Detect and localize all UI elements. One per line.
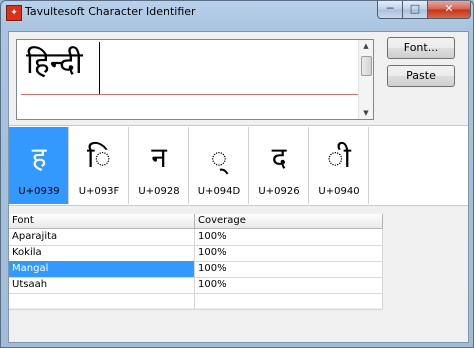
- glyph-cell[interactable]: द U+0926: [249, 127, 309, 204]
- editor-underline: [21, 94, 359, 95]
- editor-scrollbar[interactable]: ▲ ▼: [358, 40, 373, 119]
- font-cell: Mangal: [9, 261, 195, 277]
- glyph-code: U+0940: [318, 186, 360, 197]
- text-input[interactable]: हिन्दी ▲ ▼: [16, 39, 374, 120]
- minimize-button[interactable]: ─: [377, 1, 403, 19]
- font-button[interactable]: Font...: [387, 37, 455, 59]
- scroll-up-icon[interactable]: ▲: [359, 40, 373, 52]
- glyph-cell[interactable]: न U+0928: [129, 127, 189, 204]
- coverage-cell: 100%: [195, 261, 383, 277]
- column-header-font[interactable]: Font: [9, 214, 195, 228]
- empty-cell: [195, 293, 383, 309]
- table-row-empty: [9, 293, 383, 310]
- paste-button[interactable]: Paste: [387, 65, 455, 87]
- font-cell: Aparajita: [9, 229, 195, 245]
- glyph-code: U+094D: [197, 186, 241, 197]
- window-title: Tavultesoft Character Identifier: [25, 5, 196, 18]
- glyph-code: U+093F: [78, 186, 120, 197]
- table-row[interactable]: Mangal 100%: [9, 261, 383, 278]
- font-coverage-table: Font Coverage Aparajita 100% Kokila 100%…: [9, 214, 383, 310]
- glyph-cell[interactable]: ह U+0939: [9, 127, 69, 204]
- title-bar[interactable]: ✦ Tavultesoft Character Identifier ─ □ ✕: [1, 1, 473, 23]
- glyph-char: ◌ि: [87, 141, 111, 174]
- glyph-cell[interactable]: ◌् U+094D: [189, 127, 249, 204]
- glyph-code: U+0926: [258, 186, 300, 197]
- close-button[interactable]: ✕: [427, 1, 471, 19]
- text-caret: [99, 42, 100, 94]
- scroll-down-icon[interactable]: ▼: [359, 107, 373, 119]
- glyph-cell[interactable]: ◌ि U+093F: [69, 127, 129, 204]
- font-cell: Kokila: [9, 245, 195, 261]
- glyph-cell[interactable]: ◌ी U+0940: [309, 127, 369, 204]
- editor-text: हिन्दी: [26, 46, 83, 81]
- table-header: Font Coverage: [9, 214, 383, 229]
- glyph-code: U+0928: [138, 186, 180, 197]
- coverage-cell: 100%: [195, 277, 383, 293]
- maximize-button[interactable]: □: [402, 1, 428, 19]
- scrollbar-thumb[interactable]: [361, 56, 372, 76]
- column-header-coverage[interactable]: Coverage: [195, 214, 383, 228]
- table-row[interactable]: Kokila 100%: [9, 245, 383, 262]
- table-row[interactable]: Utsaah 100%: [9, 277, 383, 294]
- client-area: हिन्दी ▲ ▼ Font... Paste ह U+0939 ◌ि U+0…: [8, 31, 469, 343]
- glyph-char: ह: [31, 141, 47, 174]
- glyph-char: ◌्: [210, 141, 228, 174]
- app-icon[interactable]: ✦: [6, 5, 22, 21]
- main-window: ✦ Tavultesoft Character Identifier ─ □ ✕…: [0, 0, 474, 348]
- table-row[interactable]: Aparajita 100%: [9, 229, 383, 246]
- glyph-char: न: [151, 141, 167, 174]
- empty-cell: [9, 293, 195, 309]
- glyph-char: द: [271, 141, 287, 174]
- coverage-cell: 100%: [195, 229, 383, 245]
- font-cell: Utsaah: [9, 277, 195, 293]
- glyph-strip: ह U+0939 ◌ि U+093F न U+0928 ◌् U+094D द …: [9, 125, 468, 206]
- glyph-code: U+0939: [18, 186, 60, 197]
- glyph-char: ◌ी: [327, 141, 351, 174]
- coverage-cell: 100%: [195, 245, 383, 261]
